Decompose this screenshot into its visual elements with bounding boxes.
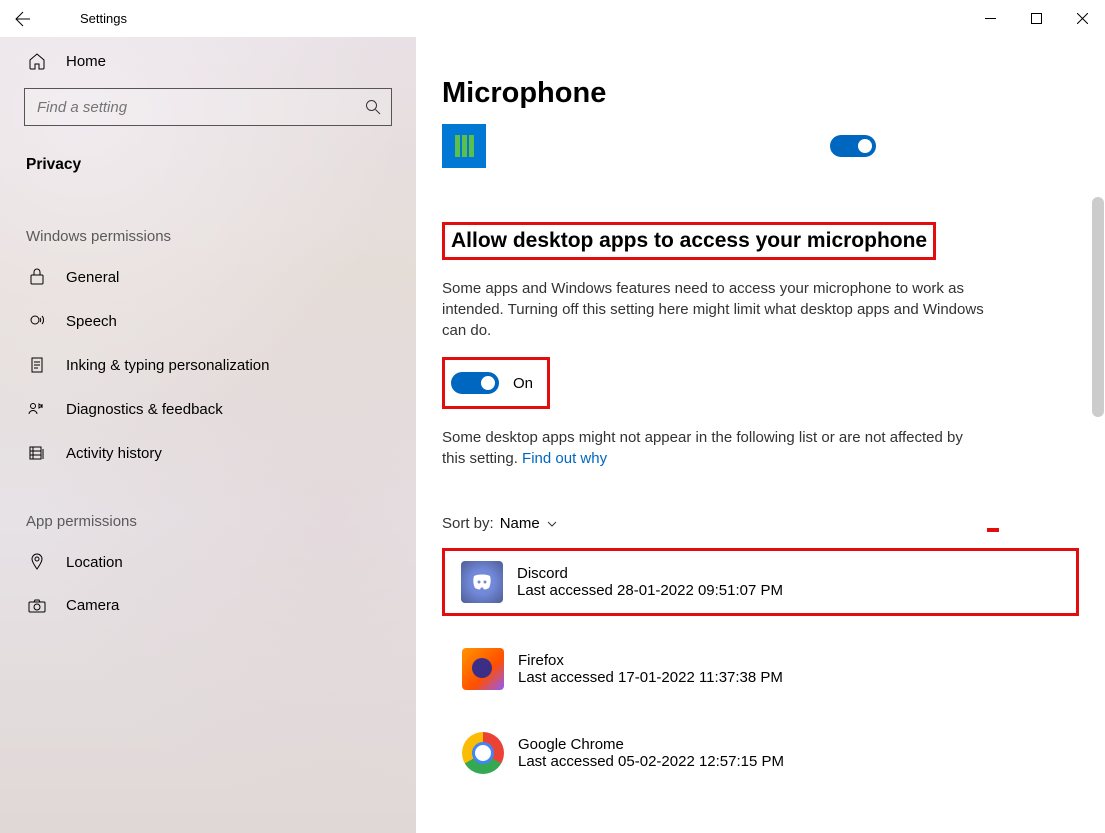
app-row-firefox[interactable]: Firefox Last accessed 17-01-2022 11:37:3… [442,638,1079,700]
app-last-accessed: Last accessed 28-01-2022 09:51:07 PM [517,582,783,599]
nav-label: Inking & typing personalization [66,357,269,374]
group-label-app-permissions: App permissions [0,475,416,540]
firefox-icon [462,648,504,690]
home-icon [26,52,48,70]
sort-label: Sort by: [442,515,494,532]
feedback-icon [26,400,48,418]
app-row-chrome[interactable]: Google Chrome Last accessed 05-02-2022 1… [442,722,1079,784]
nav-diagnostics[interactable]: Diagnostics & feedback [0,387,416,431]
location-icon [26,553,48,571]
note-body: Some desktop apps might not appear in th… [442,429,963,467]
home-label: Home [66,53,106,70]
xbox-icon [442,124,486,168]
window-title: Settings [80,11,127,26]
maximize-icon [1031,13,1042,24]
app-name: Discord [517,565,783,582]
section-description: Some apps and Windows features need to a… [442,278,1002,341]
back-button[interactable] [0,0,46,37]
nav-inking[interactable]: Inking & typing personalization [0,343,416,387]
search-icon [355,99,391,115]
app-last-accessed: Last accessed 05-02-2022 12:57:15 PM [518,753,784,770]
scrollbar-thumb[interactable] [1092,197,1104,417]
home-nav[interactable]: Home [0,37,416,88]
lock-icon [26,268,48,286]
app-name: Firefox [518,652,783,669]
toggle-state-label: On [513,375,533,392]
desktop-apps-toggle[interactable] [451,372,499,394]
section-heading-highlight: Allow desktop apps to access your microp… [442,222,936,260]
content-area: Microphone Allow desktop apps to access … [416,37,1105,833]
app-last-accessed: Last accessed 17-01-2022 11:37:38 PM [518,669,783,686]
arrow-left-icon [15,11,31,27]
group-label-windows-permissions: Windows permissions [0,190,416,255]
desktop-apps-list: Discord Last accessed 28-01-2022 09:51:0… [442,548,1079,784]
section-heading: Allow desktop apps to access your microp… [451,229,927,253]
discord-icon [461,561,503,603]
nav-location[interactable]: Location [0,540,416,584]
clipboard-icon [26,356,48,374]
sidebar: Home Privacy Windows permissions General… [0,37,416,833]
toggle-highlight: On [442,357,550,409]
history-icon [26,444,48,462]
app-row-partial [442,124,1079,168]
nav-label: General [66,269,119,286]
app-name: Google Chrome [518,736,784,753]
app-row-discord[interactable]: Discord Last accessed 28-01-2022 09:51:0… [442,548,1079,616]
search-box[interactable] [24,88,392,126]
scrollbar[interactable] [1091,37,1105,833]
page-title: Microphone [442,37,1079,124]
nav-label: Diagnostics & feedback [66,401,223,418]
chevron-down-icon [546,518,558,530]
nav-label: Activity history [66,445,162,462]
search-input[interactable] [25,99,355,116]
minimize-button[interactable] [967,0,1013,37]
nav-activity[interactable]: Activity history [0,431,416,475]
nav-speech[interactable]: Speech [0,299,416,343]
app-toggle-partial[interactable] [830,135,876,157]
nav-label: Speech [66,313,117,330]
nav-label: Location [66,554,123,571]
close-icon [1077,13,1088,24]
titlebar: Settings [0,0,1105,37]
chrome-icon [462,732,504,774]
nav-general[interactable]: General [0,255,416,299]
minimize-icon [985,13,996,24]
sort-by-dropdown[interactable]: Sort by: Name [442,515,1079,532]
nav-label: Camera [66,597,119,614]
current-page-label: Privacy [0,140,416,190]
annotation-mark [987,528,999,532]
close-button[interactable] [1059,0,1105,37]
nav-camera[interactable]: Camera [0,584,416,627]
speech-icon [26,312,48,330]
maximize-button[interactable] [1013,0,1059,37]
find-out-why-link[interactable]: Find out why [522,450,607,467]
sort-value: Name [500,515,540,532]
note-text: Some desktop apps might not appear in th… [442,427,982,469]
camera-icon [26,598,48,614]
